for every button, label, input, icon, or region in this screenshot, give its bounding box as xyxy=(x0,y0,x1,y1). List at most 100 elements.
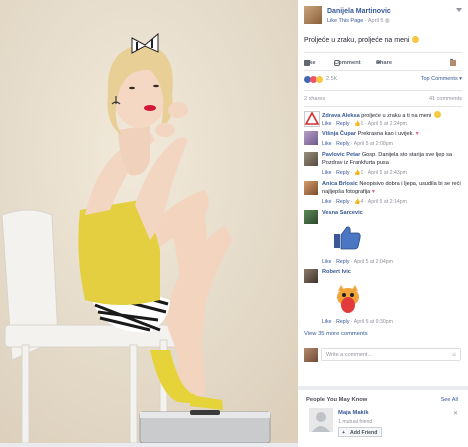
commenter-avatar[interactable] xyxy=(304,210,318,224)
close-icon[interactable]: ✕ xyxy=(453,410,458,417)
people-you-may-know: People You May Know See All Maja Makik 1… xyxy=(298,386,468,447)
comment-item: Višnja Čupar Prekrasna kao i uvijek. ♥ L… xyxy=(304,131,464,151)
comment-actions: Like · Reply · April 5 at 2:04pm xyxy=(322,259,393,265)
like-label: Like xyxy=(304,60,316,66)
user-avatar[interactable] xyxy=(304,348,318,362)
comment-reply-link[interactable]: Reply xyxy=(336,141,349,147)
comment-like-count: 1 xyxy=(360,170,364,176)
top-comments-label: Top Comments xyxy=(420,76,458,82)
post-date[interactable]: April 5 xyxy=(368,18,384,24)
commenter-avatar[interactable] xyxy=(304,131,318,145)
comment-actions: Like · Reply · 👍1 · April 5 at 2:24pm xyxy=(322,121,407,127)
comment-reply-link[interactable]: Reply xyxy=(336,319,349,325)
grin-emoji-icon xyxy=(412,36,420,43)
comment-like-link[interactable]: Like xyxy=(322,199,332,205)
comment-author[interactable]: Anica Brlosic xyxy=(322,181,358,187)
comment-reply-link[interactable]: Reply xyxy=(336,170,349,176)
commenter-avatar[interactable] xyxy=(304,181,318,195)
emoji-picker-icon[interactable]: ☺ xyxy=(451,349,457,362)
comment-reply-link[interactable]: Reply xyxy=(336,199,349,205)
comment-author[interactable]: Robert Ivic xyxy=(322,269,351,275)
cat-sticker-icon xyxy=(337,285,359,313)
comment-body: Vesna Sarcevic xyxy=(322,210,464,218)
author-avatar[interactable] xyxy=(304,6,322,24)
commenter-avatar[interactable] xyxy=(304,111,320,127)
divider xyxy=(304,52,462,53)
like-page-link[interactable]: Like This Page xyxy=(327,18,363,24)
divider xyxy=(304,70,462,71)
post-panel: Danijela Martinovic Like This Page · Apr… xyxy=(298,0,468,443)
suggested-person-avatar[interactable] xyxy=(309,408,333,432)
comment-date[interactable]: April 5 at 2:04pm xyxy=(354,259,393,265)
comment-date[interactable]: April 5 at 2:24pm xyxy=(368,121,407,127)
profile-mini-avatar xyxy=(450,60,456,66)
haha-reaction-icon xyxy=(316,76,323,83)
comment-item: Vesna Sarcevic Like · Reply · April 5 at… xyxy=(304,210,464,268)
action-bar: Like Comment ➦Share ▾ xyxy=(304,56,462,68)
comment-item: Pavlovic Petar Gosp. Danijela sto starij… xyxy=(304,152,464,179)
comment-item: Zdrava Aleksa proljeće u zraku a ti na m… xyxy=(304,111,464,131)
comment-like-link[interactable]: Like xyxy=(322,259,332,265)
add-friend-button[interactable]: + Add Friend xyxy=(338,427,382,437)
comment-actions: Like · Reply · 👍1 · April 5 at 2:43pm xyxy=(322,170,407,176)
share-label: Share xyxy=(376,60,393,66)
comment-author[interactable]: Vesna Sarcevic xyxy=(322,210,363,216)
comment-body: Višnja Čupar Prekrasna kao i uvijek. ♥ xyxy=(322,131,464,139)
globe-icon: ◍ xyxy=(385,18,390,24)
suggested-person-name[interactable]: Maja Makik xyxy=(338,410,369,416)
comment-like-link[interactable]: Like xyxy=(322,121,332,127)
post-text-row: Proljeće u zraku, proljeće na meni xyxy=(304,36,420,44)
comment-like-link[interactable]: Like xyxy=(322,170,332,176)
post-meta: Like This Page · April 5 ◍ xyxy=(327,18,390,24)
mutual-friends[interactable]: 1 mutual friend xyxy=(338,419,372,425)
audience-selector[interactable]: ▾ xyxy=(450,58,456,66)
default-profile-icon xyxy=(312,412,330,432)
comment-like-link[interactable]: Like xyxy=(322,141,332,147)
comment-text: proljeće u zraku a ti na meni xyxy=(361,113,432,119)
grin-emoji-icon xyxy=(433,111,441,118)
thumbs-up-sticker-icon xyxy=(334,226,361,250)
comment-date[interactable]: April 5 at 9:30pm xyxy=(354,319,393,325)
post-text: Proljeće u zraku, proljeće na meni xyxy=(304,37,410,44)
comment-author[interactable]: Višnja Čupar xyxy=(322,131,356,137)
comment-author[interactable]: Zdrava Aleksa xyxy=(322,113,360,119)
comment-actions: Like · Reply · April 5 at 9:30pm xyxy=(322,319,393,325)
comment-reply-link[interactable]: Reply xyxy=(336,121,349,127)
commenter-avatar[interactable] xyxy=(304,269,318,283)
add-friend-icon: + xyxy=(342,430,346,436)
comment-label: Comment xyxy=(334,60,361,66)
silver-case xyxy=(139,410,271,443)
see-all-link[interactable]: See All xyxy=(441,397,458,403)
add-friend-label: Add Friend xyxy=(350,430,378,436)
pymk-title: People You May Know xyxy=(306,397,368,403)
post-header: Danijela Martinovic Like This Page · Apr… xyxy=(304,6,464,32)
comment-date[interactable]: April 5 at 2:14pm xyxy=(368,199,407,205)
comment-input[interactable]: Write a comment... ☺ xyxy=(321,348,461,361)
comment-date[interactable]: April 5 at 2:08pm xyxy=(354,141,393,147)
comments-count[interactable]: 41 comments xyxy=(429,96,462,102)
shares-count[interactable]: 2 shares xyxy=(304,96,325,102)
comment-like-link[interactable]: Like xyxy=(322,319,332,325)
view-more-comments-link[interactable]: View 35 more comments xyxy=(304,331,368,337)
comment-actions: Like · Reply · April 5 at 2:08pm xyxy=(322,141,393,147)
comment-text: Prekrasna kao i uvijek. xyxy=(357,131,414,137)
comment-date[interactable]: April 5 at 2:43pm xyxy=(368,170,407,176)
commenter-avatar[interactable] xyxy=(304,152,318,166)
post-photo[interactable] xyxy=(0,0,298,443)
heart-emoji-icon: ♥ xyxy=(415,131,419,137)
heart-emoji-icon: ♥ xyxy=(371,188,376,195)
comment-body: Pavlovic Petar Gosp. Danijela sto starij… xyxy=(322,152,464,167)
reaction-count: 2.5K xyxy=(326,76,338,82)
chevron-down-icon[interactable] xyxy=(456,8,462,12)
comment-reply-link[interactable]: Reply xyxy=(336,259,349,265)
reactions-row[interactable]: 2.5K Top Comments ▾ xyxy=(304,76,462,86)
comment-body: Anica Brlosic Neopisivo dobra i ljepa, u… xyxy=(322,181,464,196)
write-comment-row: Write a comment... ☺ xyxy=(304,347,462,363)
divider xyxy=(304,90,462,91)
divider xyxy=(304,106,462,107)
author-name[interactable]: Danijela Martinovic xyxy=(327,8,391,15)
comment-author[interactable]: Pavlovic Petar xyxy=(322,152,360,158)
comment-body: Robert Ivic xyxy=(322,269,464,277)
woman-on-chair-illustration xyxy=(0,0,298,443)
top-comments-dropdown[interactable]: Top Comments ▾ xyxy=(421,76,462,82)
